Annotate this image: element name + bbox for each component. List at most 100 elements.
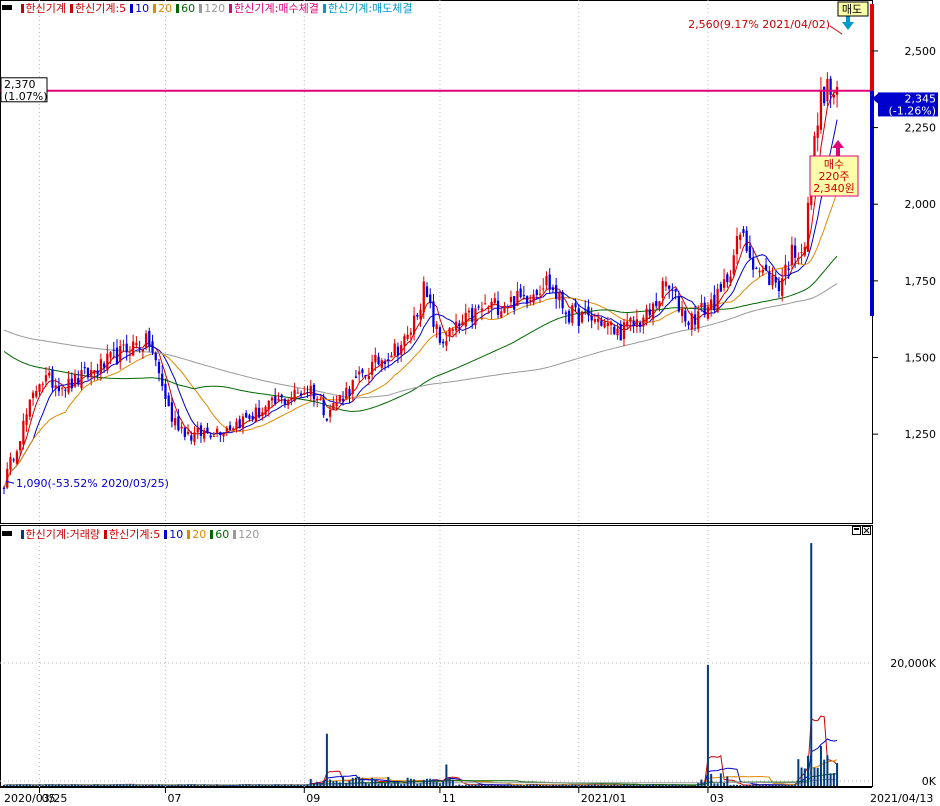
candle-body [370, 361, 374, 375]
volume-bar [112, 784, 115, 786]
candle-body [354, 376, 358, 378]
volume-bar [742, 785, 745, 786]
date-tick-label: 2021/04/13 [870, 792, 933, 805]
legend-label[interactable]: 60 [215, 528, 229, 541]
volume-bar [283, 784, 286, 786]
legend-label[interactable]: 60 [181, 2, 195, 15]
volume-bar [406, 777, 409, 786]
legend-label[interactable]: 20 [192, 528, 206, 541]
candle-body [332, 403, 335, 410]
volume-bar [290, 784, 293, 786]
volume-bar [409, 778, 412, 786]
volume-bar [93, 784, 96, 786]
volume-bar [345, 782, 348, 786]
volume-legend: 한신기계:거래량 한신기계:5 10 20 60 120 [2, 528, 259, 542]
candle-body [6, 468, 9, 488]
candle-body [186, 431, 190, 434]
panel-menu-icon[interactable] [2, 5, 12, 10]
candle-body [106, 353, 109, 371]
volume-bar [222, 785, 225, 786]
legend-label[interactable]: 한신기계:매수체결 [234, 2, 319, 15]
candle-body [309, 385, 312, 395]
legend-swatch [153, 4, 157, 13]
maximize-icon[interactable] [852, 526, 861, 535]
candle-body [474, 308, 477, 326]
volume-bar [3, 784, 5, 786]
candle-body [697, 311, 700, 329]
candle-body [548, 274, 551, 290]
candle-body [41, 383, 44, 385]
volume-bar [351, 777, 354, 786]
candle-body [748, 246, 752, 259]
volume-bar [413, 779, 416, 786]
candle-body [270, 397, 274, 401]
volume-bar [716, 783, 719, 786]
volume-bar [597, 785, 600, 786]
candle-body [261, 412, 264, 417]
range-bar-down [870, 90, 874, 316]
volume-bar [422, 779, 425, 786]
candle-body [35, 391, 38, 397]
legend-label[interactable]: 한신기계:5 [109, 528, 160, 541]
candle-body [751, 258, 755, 270]
volume-bar [77, 784, 80, 786]
candle-body [577, 308, 580, 326]
candle-body [132, 341, 135, 356]
price-tick-label: 1,500 [905, 352, 937, 365]
volume-bar [28, 784, 31, 786]
legend-label[interactable]: 10 [135, 2, 149, 15]
candle-body [538, 293, 542, 295]
volume-bar [458, 784, 461, 786]
candle-body [668, 285, 671, 289]
candle-body [170, 402, 174, 422]
volume-bar [238, 784, 241, 786]
volume-bar [661, 784, 664, 786]
volume-bar [225, 785, 228, 786]
candle-body [51, 369, 54, 388]
candle-body [800, 252, 803, 254]
legend-label[interactable]: 한신기계:거래량 [26, 528, 101, 541]
candle-body [454, 321, 458, 331]
candle-body [829, 78, 832, 95]
candle-body [25, 414, 28, 425]
candle-body [597, 318, 600, 322]
volume-bar [74, 784, 77, 786]
volume-bar [816, 767, 819, 786]
volume-bar [403, 783, 406, 786]
candle-body [377, 356, 380, 365]
volume-bar [429, 778, 432, 786]
legend-label[interactable]: 한신기계:매도체결 [328, 2, 413, 15]
volume-bar [529, 784, 532, 786]
legend-label[interactable]: 한신기계:5 [75, 2, 126, 15]
volume-bar [558, 784, 561, 786]
legend-label[interactable]: 120 [204, 2, 225, 15]
volume-bar [836, 763, 839, 786]
volume-bar [574, 784, 577, 786]
legend-label[interactable]: 한신기계 [26, 2, 66, 15]
candle-body [345, 387, 348, 399]
candle-body [542, 288, 545, 290]
volume-bar [271, 785, 274, 786]
volume-bar [125, 784, 128, 786]
candle-body [135, 343, 138, 346]
candle-body [196, 427, 199, 433]
volume-bar [338, 782, 341, 786]
candle-body [522, 295, 526, 297]
volume-bar [761, 784, 764, 786]
candle-body [403, 336, 406, 346]
candle-body [755, 267, 758, 269]
candle-body [222, 433, 225, 437]
volume-bar [109, 784, 112, 786]
candle-body [125, 343, 128, 353]
legend-label[interactable]: 10 [169, 528, 183, 541]
candle-body [299, 393, 303, 396]
legend-label[interactable]: 20 [158, 2, 172, 15]
volume-bar [396, 781, 399, 786]
candle-body [729, 276, 732, 283]
panel-menu-icon[interactable] [2, 531, 12, 536]
volume-bar [384, 783, 387, 786]
volume-bar [539, 784, 542, 786]
volume-bar [474, 784, 477, 786]
legend-label[interactable]: 120 [238, 528, 259, 541]
candle-body [383, 362, 387, 364]
